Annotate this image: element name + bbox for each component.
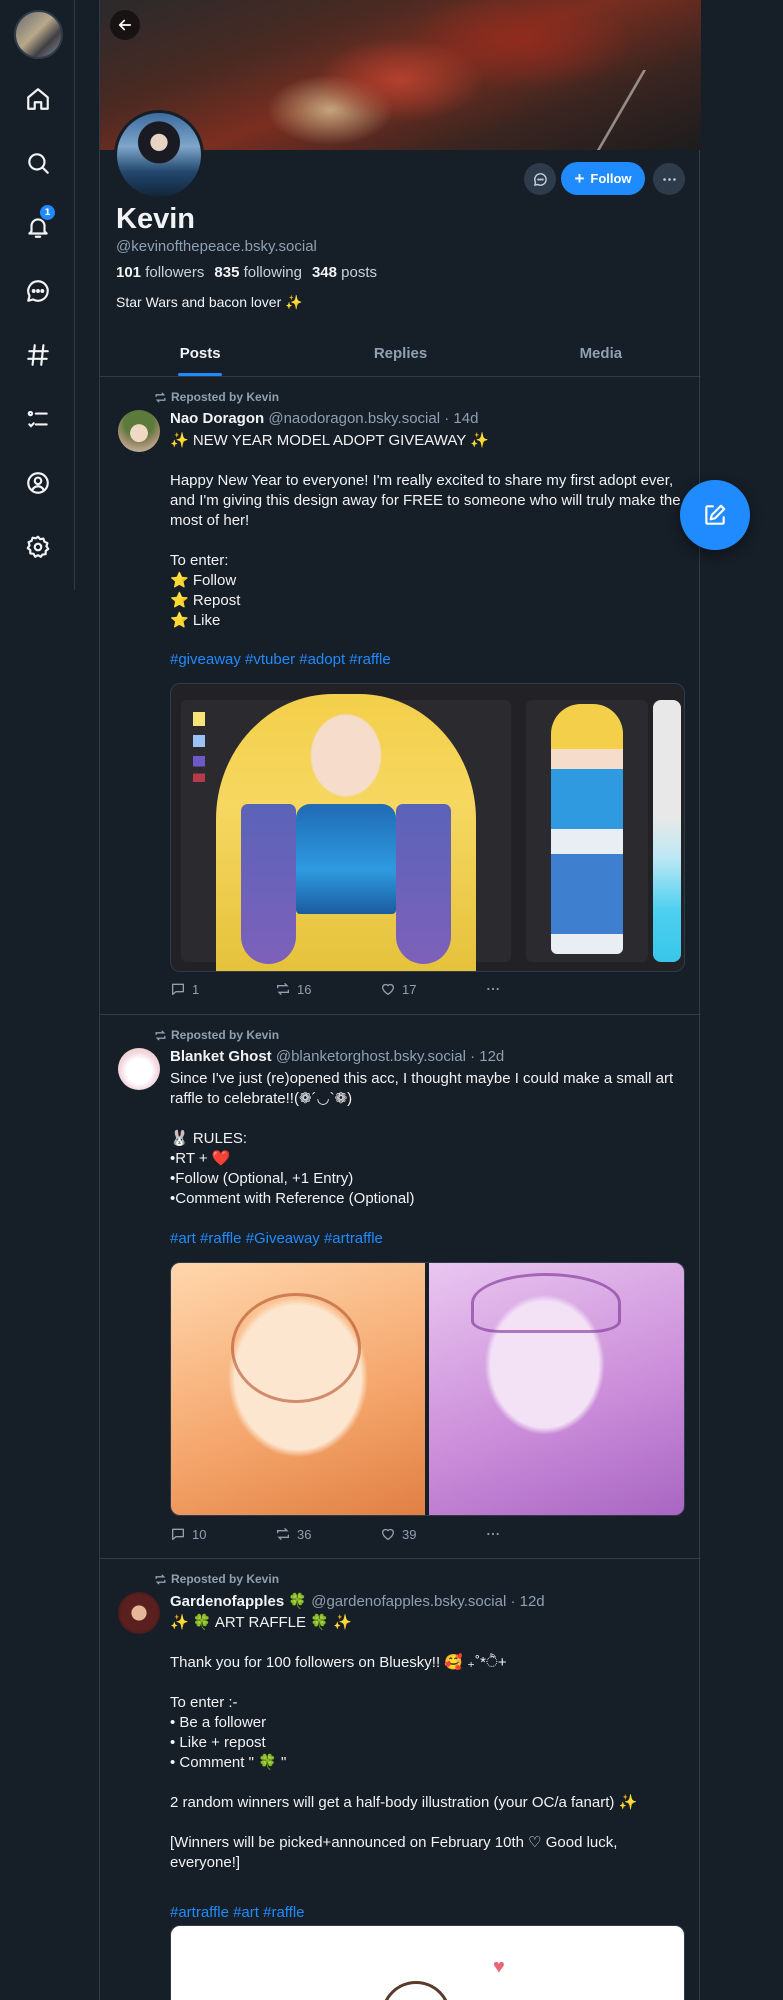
post-more-button[interactable] (485, 981, 590, 997)
feed-post[interactable]: Reposted by Kevin Blanket Ghost @blanket… (100, 1016, 701, 1559)
post-time: · 12d (510, 1593, 545, 1610)
search-icon[interactable] (18, 143, 58, 183)
reply-button[interactable]: 1 (170, 981, 275, 997)
reply-icon (172, 983, 184, 995)
post-actions: 1 16 17 (170, 981, 590, 997)
follow-button[interactable]: + Follow (561, 162, 645, 195)
post-image-raffle-art[interactable]: ♥ (170, 1925, 685, 2000)
post-more-button[interactable] (485, 1526, 590, 1542)
post-hashtags[interactable]: #giveaway #vtuber #adopt #raffle (170, 651, 391, 668)
author-avatar[interactable] (118, 1048, 160, 1090)
compose-pencil-icon (705, 504, 726, 525)
ellipsis-icon (662, 177, 676, 181)
my-avatar[interactable] (14, 10, 63, 59)
author-avatar[interactable] (118, 410, 160, 452)
repost-indicator: Reposted by Kevin (154, 390, 279, 404)
author-name[interactable]: Blanket Ghost (170, 1048, 272, 1065)
post-text: ✨ NEW YEAR MODEL ADOPT GIVEAWAY ✨ Happy … (170, 432, 681, 629)
back-button[interactable] (110, 10, 140, 40)
profile-stats: 101 followers 835 following 348 posts (116, 264, 377, 281)
followers-stat[interactable]: 101 followers (116, 264, 204, 281)
arrow-left-icon (118, 19, 132, 31)
repost-button[interactable]: 16 (275, 981, 380, 997)
tab-posts[interactable]: Posts (100, 330, 300, 376)
heart-icon (382, 1528, 394, 1540)
heart-icon (382, 983, 394, 995)
more-options-button[interactable] (653, 163, 685, 195)
post-time: · 14d (444, 410, 479, 427)
posts-stat: 348 posts (311, 264, 378, 281)
following-stat[interactable]: 835 following (214, 264, 302, 281)
post-hashtags[interactable]: #artraffle #art #raffle (170, 1904, 305, 1921)
post-text: Since I've just (re)opened this acc, I t… (170, 1070, 674, 1207)
author-name[interactable]: Gardenofapples 🍀 (170, 1593, 307, 1610)
tab-media[interactable]: Media (501, 330, 701, 376)
settings-gear-icon[interactable] (18, 527, 58, 567)
feeds-hash-icon[interactable] (18, 335, 58, 375)
repost-indicator: Reposted by Kevin (154, 1028, 279, 1042)
post-hashtags[interactable]: #art #raffle #Giveaway #artraffle (170, 1230, 383, 1247)
author-avatar[interactable] (118, 1592, 160, 1634)
author-name[interactable]: Nao Doragon (170, 410, 264, 427)
lists-icon[interactable] (18, 399, 58, 439)
chat-icon[interactable] (18, 271, 58, 311)
heart-doodle-icon: ♥ (493, 1956, 505, 1978)
post-actions: 10 36 39 (170, 1526, 590, 1542)
repost-icon (155, 1030, 166, 1040)
repost-icon (277, 1528, 289, 1540)
ellipsis-icon (487, 987, 499, 991)
chat-bubble-icon (533, 172, 547, 186)
post-header: Gardenofapples 🍀 @gardenofapples.bsky.so… (170, 1592, 545, 1610)
repost-icon (277, 983, 289, 995)
profile-avatar[interactable] (114, 110, 204, 200)
repost-icon (155, 1574, 166, 1584)
post-image-art-samples[interactable] (170, 1262, 685, 1516)
reply-icon (172, 1528, 184, 1540)
post-header: Blanket Ghost @blanketorghost.bsky.socia… (170, 1048, 504, 1065)
author-handle[interactable]: @naodoragon.bsky.social (268, 410, 440, 427)
repost-indicator: Reposted by Kevin (154, 1572, 279, 1586)
feed-post[interactable]: Reposted by Kevin Gardenofapples 🍀 @gard… (100, 1560, 701, 2000)
profile-icon[interactable] (18, 463, 58, 503)
profile-bio: Star Wars and bacon lover ✨ (116, 294, 303, 310)
home-icon[interactable] (18, 79, 58, 119)
profile-name: Kevin (116, 203, 195, 235)
follow-label: Follow (590, 171, 632, 186)
like-button[interactable]: 17 (380, 981, 485, 997)
profile-column: + Follow Kevin @kevinofthepeace.bsky.soc… (99, 0, 714, 2000)
notifications-badge: 1 (40, 205, 55, 220)
ellipsis-icon (487, 1532, 499, 1536)
message-button[interactable] (524, 163, 556, 195)
post-time: · 12d (470, 1048, 505, 1065)
post-text: ✨ 🍀 ART RAFFLE 🍀 ✨ Thank you for 100 fol… (170, 1614, 638, 1871)
profile-tabs: Posts Replies Media (100, 330, 701, 377)
plus-icon: + (574, 169, 585, 188)
repost-button[interactable]: 36 (275, 1526, 380, 1542)
post-image-vtuber-model[interactable] (170, 683, 685, 972)
tab-replies[interactable]: Replies (300, 330, 500, 376)
repost-icon (155, 392, 166, 402)
compose-post-button[interactable] (680, 480, 750, 550)
notifications-icon[interactable]: 1 (18, 205, 58, 247)
left-nav: 1 (0, 0, 75, 590)
like-button[interactable]: 39 (380, 1526, 485, 1542)
feed-post[interactable]: Reposted by Kevin Nao Doragon @naodorago… (100, 378, 701, 1015)
profile-handle: @kevinofthepeace.bsky.social (116, 238, 317, 255)
reply-button[interactable]: 10 (170, 1526, 275, 1542)
post-header: Nao Doragon @naodoragon.bsky.social · 14… (170, 410, 478, 427)
author-handle[interactable]: @gardenofapples.bsky.social (311, 1593, 506, 1610)
author-handle[interactable]: @blanketorghost.bsky.social (276, 1048, 466, 1065)
